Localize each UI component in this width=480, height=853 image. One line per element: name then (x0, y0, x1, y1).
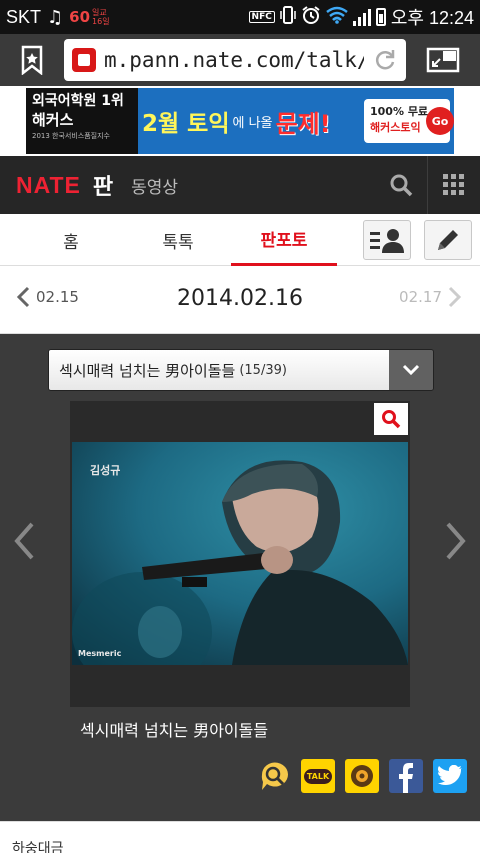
ad-brand-line3: 2013 한국서비스품질지수 (32, 132, 110, 140)
share-kakaotalk-button[interactable]: TALK (301, 759, 335, 793)
zoom-button[interactable] (374, 403, 408, 435)
ad-headline-a: 2월 토익 (142, 111, 230, 137)
ad-brand-line2: 해커스 (32, 111, 74, 129)
album-select[interactable]: 섹시매력 넘치는 男아이돌들 (15/39) (48, 349, 434, 391)
bookmark-button[interactable] (0, 34, 64, 86)
tab-bar: 홈 톡톡 판포토 (0, 214, 480, 266)
album-title: 섹시매력 넘치는 男아이돌들 (59, 361, 236, 380)
search-icon (390, 174, 413, 197)
share-search-button[interactable] (258, 759, 292, 793)
browser-toolbar: m.pann.nate.com/talk/p (0, 34, 480, 86)
footer-text: 하숭대금 (12, 841, 64, 853)
video-link[interactable]: 동영상 (131, 173, 178, 198)
share-kakaostory-button[interactable] (345, 759, 379, 793)
write-button[interactable] (424, 220, 472, 260)
tabs-icon (426, 47, 460, 73)
status-bar: SKT ♫ 60 일교 16일 NFC 오후 12:24 (0, 0, 480, 34)
url-field[interactable]: m.pann.nate.com/talk/p (64, 39, 406, 81)
photo-caption: 섹시매력 넘치는 男아이돌들 (80, 721, 269, 740)
search-speech-icon (261, 762, 288, 790)
photo-card: 김성규 Mesmeric (70, 401, 410, 707)
next-photo-button[interactable] (444, 519, 468, 563)
album-count: (15/39) (239, 362, 287, 378)
menu-button[interactable] (428, 156, 480, 214)
weather-label: 일교 (92, 8, 107, 17)
ad-banner-area: 외국어학원 1위 해커스 2013 한국서비스품질지수 2월 토익 에 나올 문… (0, 86, 480, 156)
album-select-toggle[interactable] (389, 350, 433, 390)
date-navigator: 02.15 2014.02.16 02.17 (0, 266, 480, 334)
wifi-icon (326, 6, 348, 29)
tab-toktok[interactable]: 톡톡 (130, 214, 226, 266)
photo-gallery: 섹시매력 넘치는 男아이돌들 (15/39) 김성규 Mesmeric 섹시매력… (0, 334, 480, 821)
clock: 오후 12:24 (390, 8, 474, 28)
magnifier-icon (382, 410, 401, 429)
reload-icon (375, 50, 395, 70)
screen: SKT ♫ 60 일교 16일 NFC 오후 12:24 m.pann.nate… (0, 0, 480, 853)
twitter-icon (437, 765, 462, 786)
gallery-photo[interactable]: 김성규 Mesmeric (72, 442, 408, 665)
tab-home[interactable]: 홈 (28, 214, 114, 266)
tabs-button[interactable] (406, 34, 480, 86)
ad-headline-c: 문제! (275, 109, 331, 138)
album-select-label: 섹시매력 넘치는 男아이돌들 (15/39) (49, 350, 389, 390)
ad-banner[interactable]: 외국어학원 1위 해커스 2013 한국서비스품질지수 2월 토익 에 나올 문… (26, 88, 454, 154)
reload-button[interactable] (372, 47, 398, 73)
footer-section: 하숭대금 (0, 821, 480, 853)
music-note-icon: ♫ (47, 6, 64, 28)
my-page-button[interactable] (363, 220, 411, 260)
nate-favicon-icon (72, 48, 96, 72)
ad-headline-b: 에 나올 (232, 115, 273, 131)
bookmark-icon (21, 45, 43, 75)
tab-pannphoto[interactable]: 판포토 (231, 214, 337, 266)
chevron-right-icon (446, 522, 466, 560)
next-date-button[interactable]: 02.17 (399, 286, 462, 308)
facebook-icon (399, 763, 413, 793)
alarm-icon (301, 5, 321, 30)
site-logo[interactable]: NATE 판 동영상 (0, 169, 178, 201)
nfc-icon: NFC (248, 11, 275, 23)
ad-brand-line1: 외국어학원 1위 (32, 93, 124, 109)
ad-badge: 100% 무료 해커스토익 Go (364, 99, 454, 143)
share-twitter-button[interactable] (433, 759, 467, 793)
next-date-label: 02.17 (399, 288, 442, 306)
kakaostory-icon (351, 765, 373, 787)
user-list-icon (370, 229, 404, 253)
chevron-down-icon (402, 364, 420, 376)
weather-date: 16일 (92, 17, 110, 26)
vibrate-icon (280, 5, 296, 29)
concert-photo-image (72, 442, 408, 665)
pann-logo[interactable]: 판 (93, 169, 113, 201)
temperature: 60 (69, 8, 91, 26)
share-facebook-button[interactable] (389, 759, 423, 793)
search-button[interactable] (375, 156, 427, 214)
grid-menu-icon (443, 174, 464, 195)
battery-icon (375, 8, 386, 26)
url-text: m.pann.nate.com/talk/p (104, 48, 364, 72)
photo-name-tag: 김성규 (90, 464, 121, 477)
pencil-icon (438, 230, 458, 250)
weather-widget: 60 일교 16일 (69, 8, 109, 26)
chevron-right-icon (448, 286, 462, 308)
carrier-label: SKT (6, 6, 42, 27)
kakaotalk-icon: TALK (303, 768, 333, 784)
nate-logo[interactable]: NATE (16, 172, 81, 199)
photo-watermark: Mesmeric (78, 649, 122, 658)
chevron-left-icon (14, 522, 34, 560)
prev-photo-button[interactable] (12, 519, 36, 563)
signal-icon (352, 8, 371, 26)
ad-go-button[interactable]: Go (426, 107, 454, 135)
site-header: NATE 판 동영상 (0, 156, 480, 214)
